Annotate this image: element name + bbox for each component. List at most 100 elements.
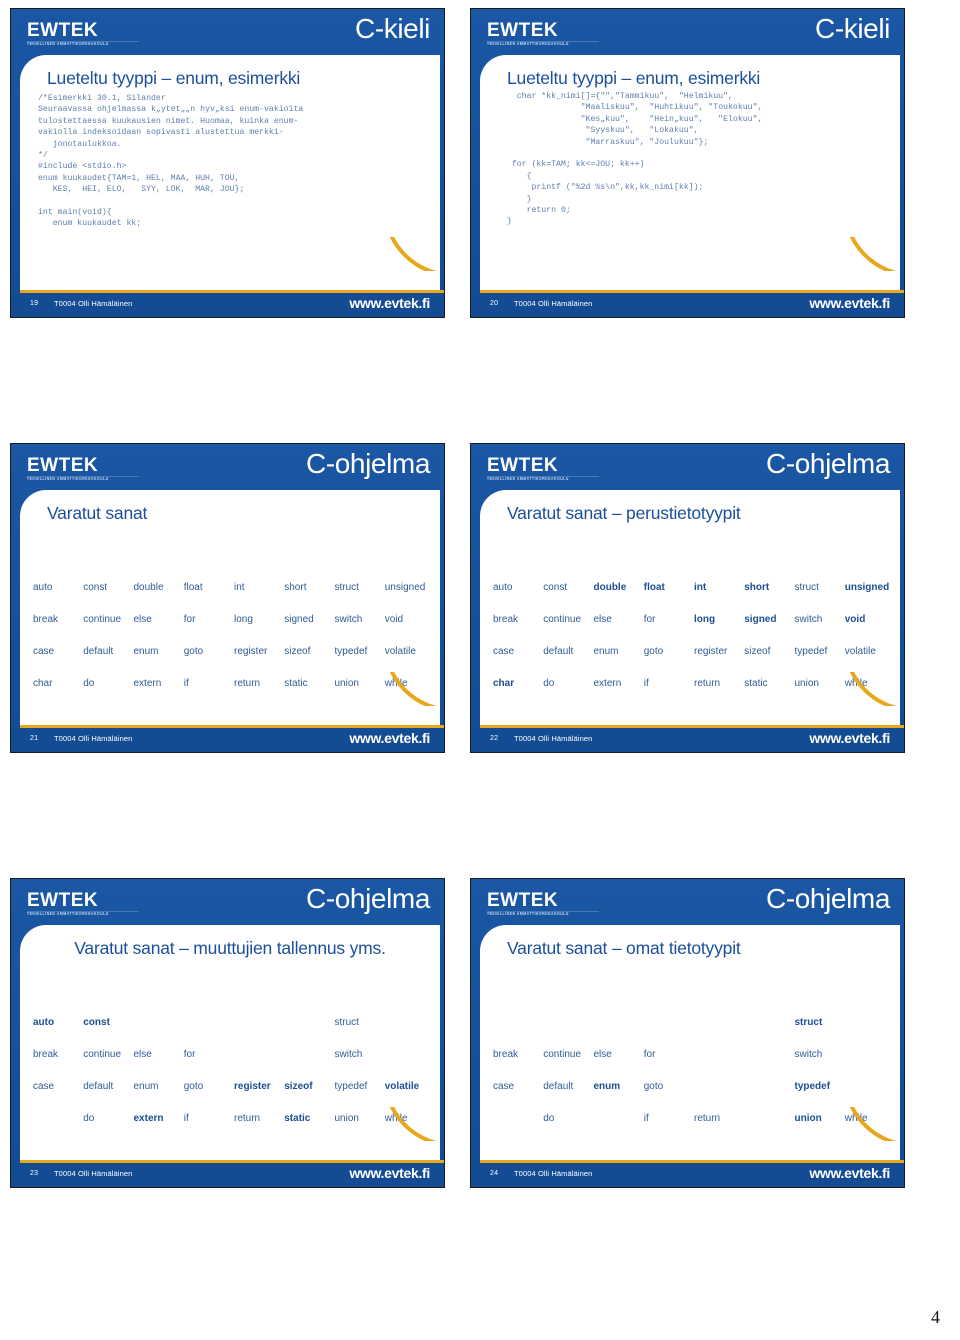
keyword-empty <box>131 1017 181 1028</box>
keyword-auto: auto <box>33 582 53 593</box>
gold-sweep-arc <box>843 672 901 706</box>
keyword-empty <box>490 1113 540 1124</box>
keyword-auto: auto <box>493 582 513 593</box>
slide-header: EWTEK TEKNILLINEN AMMATTIKORKEAKOULU C-ohj… <box>11 444 444 492</box>
keyword-empty <box>691 1081 741 1092</box>
keyword-goto: goto <box>183 646 204 657</box>
keyword-grid: auto const struct break continue else for sw… <box>30 1017 432 1124</box>
keyword-enum: enum <box>133 1081 159 1092</box>
slide-body: Lueteltu tyyppi – enum, esimerkki char *… <box>480 55 900 291</box>
deck-title: C-ohjelma <box>306 448 430 479</box>
keyword-grid: auto const double float int short struct unsign… <box>30 582 432 689</box>
keyword-const: const <box>83 1017 110 1028</box>
keyword-goto: goto <box>643 1081 664 1092</box>
keyword-grid: struct break continue else for switch case d… <box>490 1017 892 1124</box>
keyword-default: default <box>543 646 574 657</box>
keyword-signed: signed <box>284 614 314 625</box>
keyword-continue: continue <box>543 1049 582 1060</box>
keyword-volatile: volatile <box>384 646 416 657</box>
keyword-float: float <box>643 582 665 593</box>
keyword-int: int <box>234 582 245 593</box>
gold-rule <box>20 290 444 293</box>
footer-author: T0004 Olli Hämäläinen <box>54 734 133 743</box>
keyword-empty <box>741 1113 791 1124</box>
keyword-default: default <box>83 1081 114 1092</box>
gold-sweep-arc <box>843 237 901 271</box>
keyword-if: if <box>183 1113 189 1124</box>
deck-title: C-ohjelma <box>766 448 890 479</box>
slide-header: EWTEK TEKNILLINEN AMMATTIKORKEAKOULU C-ohj… <box>11 879 444 927</box>
slide-body: Lueteltu tyyppi – enum, esimerkki /*Esime… <box>20 55 440 291</box>
keyword-register: register <box>694 646 728 657</box>
logo-wordmark: EWTEK <box>27 455 99 476</box>
slide-footer: 22 T0004 Olli Hämäläinen www.evtek.fi <box>480 730 900 748</box>
keyword-union: union <box>794 1113 822 1124</box>
keyword-for: for <box>183 614 196 625</box>
deck-title: C-ohjelma <box>766 883 890 914</box>
keyword-continue: continue <box>543 614 582 625</box>
keyword-for: for <box>183 1049 196 1060</box>
keyword-empty <box>540 1017 590 1028</box>
keyword-continue: continue <box>83 1049 122 1060</box>
keyword-enum: enum <box>593 646 619 657</box>
slide-footer: 24 T0004 Olli Hämäläinen www.evtek.fi <box>480 1165 900 1183</box>
logo-tagline: TEKNILLINEN AMMATTIKORKEAKOULU <box>487 476 569 481</box>
keyword-float: float <box>183 582 203 593</box>
slide-title: Varatut sanat – muuttujien tallennus yms… <box>74 938 386 958</box>
keyword-register: register <box>234 646 268 657</box>
gold-rule <box>20 1160 444 1163</box>
slide-footer: 21 T0004 Olli Hämäläinen www.evtek.fi <box>20 730 440 748</box>
deck-title: C-ohjelma <box>306 883 430 914</box>
keyword-sizeof: sizeof <box>284 646 311 657</box>
keyword-empty <box>30 1113 80 1124</box>
keyword-return: return <box>234 678 261 689</box>
keyword-do: do <box>543 1113 555 1124</box>
keyword-else: else <box>133 1049 152 1060</box>
logo-wordmark: EWTEK <box>27 890 99 911</box>
keyword-for: for <box>643 1049 656 1060</box>
page-number: 4 <box>931 1307 940 1327</box>
keyword-switch: switch <box>334 614 363 625</box>
keyword-union: union <box>334 1113 359 1124</box>
keyword-enum: enum <box>133 646 159 657</box>
keyword-empty <box>842 1049 892 1060</box>
footer-author: T0004 Olli Hämäläinen <box>54 299 133 308</box>
slide-body: Varatut sanat – omat tietotyypit struct … <box>480 925 900 1161</box>
gold-sweep-curve <box>841 237 901 271</box>
keyword-else: else <box>133 614 152 625</box>
slide-footer: 19 T0004 Olli Hämäläinen www.evtek.fi <box>20 295 440 313</box>
keyword-default: default <box>543 1081 574 1092</box>
keyword-static: static <box>744 678 768 689</box>
slide-21: EWTEK TEKNILLINEN AMMATTIKORKEAKOULU C-ohj… <box>10 443 445 753</box>
keyword-if: if <box>183 678 189 689</box>
logo-wordmark: EWTEK <box>27 20 99 41</box>
logo-tagline: TEKNILLINEN AMMATTIKORKEAKOULU <box>27 41 109 46</box>
evtek-logo: EWTEK TEKNILLINEN AMMATTIKORKEAKOULU <box>27 891 142 917</box>
evtek-logo: EWTEK TEKNILLINEN AMMATTIKORKEAKOULU <box>487 21 602 47</box>
keyword-goto: goto <box>183 1081 204 1092</box>
keyword-empty <box>741 1049 791 1060</box>
keyword-extern: extern <box>593 678 622 689</box>
keyword-empty <box>231 1049 281 1060</box>
footer-slide-number: 21 <box>30 735 39 742</box>
gold-rule <box>480 1160 904 1163</box>
keyword-const: const <box>83 582 108 593</box>
slide-header: EWTEK TEKNILLINEN AMMATTIKORKEAKOULU C-kie… <box>11 9 444 57</box>
gold-sweep-curve <box>381 672 441 706</box>
gold-rule <box>480 290 904 293</box>
footer-url: www.evtek.fi <box>809 730 890 746</box>
keyword-case: case <box>33 1081 55 1092</box>
keyword-union: union <box>334 678 359 689</box>
slide-22: EWTEK TEKNILLINEN AMMATTIKORKEAKOULU C-ohj… <box>470 443 905 753</box>
keyword-struct: struct <box>794 582 819 593</box>
keyword-register: register <box>234 1081 271 1092</box>
keyword-typedef: typedef <box>334 1081 368 1092</box>
evtek-logo: EWTEK TEKNILLINEN AMMATTIKORKEAKOULU <box>27 456 142 482</box>
keyword-empty <box>691 1049 741 1060</box>
gold-sweep-curve <box>841 672 901 706</box>
footer-url: www.evtek.fi <box>349 1165 430 1181</box>
slide-title: Varatut sanat <box>47 503 148 523</box>
keyword-short: short <box>284 582 307 593</box>
slide-title: Lueteltu tyyppi – enum, esimerkki <box>47 68 301 88</box>
keyword-empty <box>490 1017 540 1028</box>
